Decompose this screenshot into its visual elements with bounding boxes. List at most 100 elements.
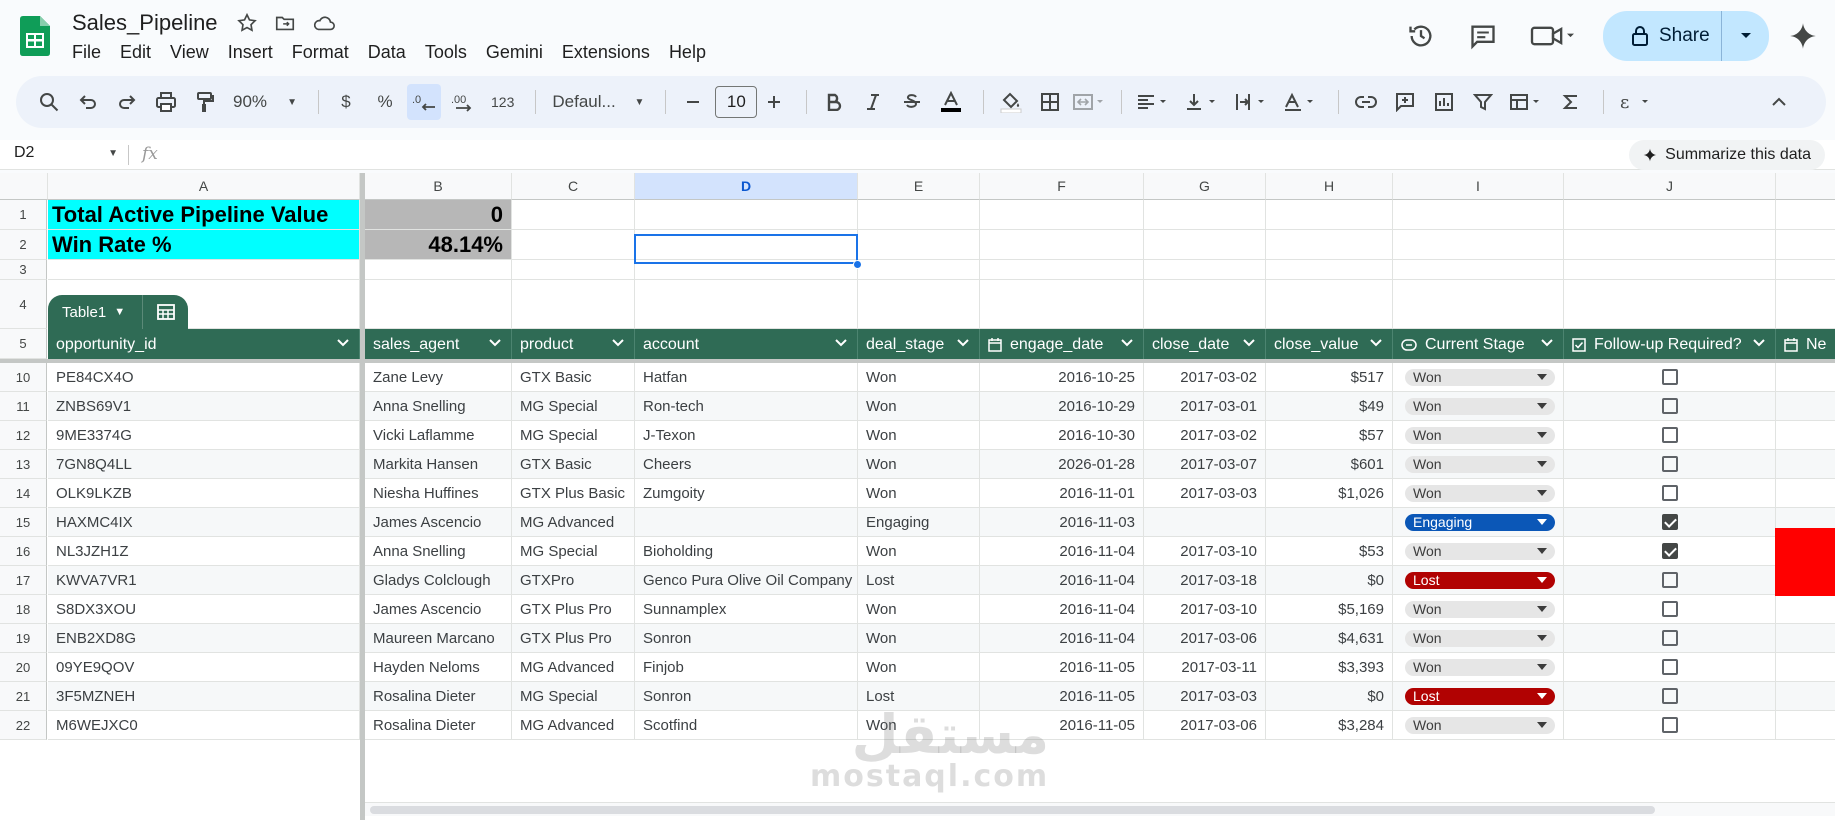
cell-follow-up[interactable] <box>1564 421 1776 450</box>
bold-icon[interactable] <box>817 84 851 120</box>
cell-id[interactable]: ZNBS69V1 <box>48 392 360 421</box>
strikethrough-icon[interactable] <box>895 84 929 120</box>
insert-comment-icon[interactable] <box>1388 84 1422 120</box>
percent-format-button[interactable]: % <box>368 84 402 120</box>
column-header-e[interactable]: E <box>858 173 980 200</box>
summarize-data-button[interactable]: Summarize this data <box>1629 140 1825 170</box>
spreadsheet-grid[interactable]: A B C D E F G H I J 1 2 3 4 5 Total Active Pipeline Val… <box>0 173 1835 820</box>
row-header[interactable]: 14 <box>0 479 47 508</box>
row-header[interactable]: 10 <box>0 363 47 392</box>
row-header[interactable]: 3 <box>0 260 47 280</box>
empty-cell[interactable] <box>1564 280 1776 329</box>
cell-product[interactable]: GTX Plus Pro <box>512 624 635 653</box>
empty-cell[interactable] <box>512 260 635 280</box>
cell-value[interactable]: $49 <box>1266 392 1393 421</box>
cell-stage[interactable]: Won <box>858 421 980 450</box>
stage-dropdown-chip[interactable]: Won <box>1405 368 1555 386</box>
chevron-down-icon[interactable] <box>1370 338 1382 348</box>
row-header[interactable]: 2 <box>0 230 47 260</box>
frozen-row-divider[interactable] <box>0 359 1835 363</box>
cell-account[interactable]: Hatfan <box>635 363 858 392</box>
cell-current-stage[interactable]: Won <box>1393 392 1564 421</box>
empty-cell[interactable] <box>858 200 980 230</box>
cell-close[interactable]: 2017-03-10 <box>1144 595 1266 624</box>
follow-up-checkbox[interactable] <box>1661 369 1678 385</box>
follow-up-checkbox[interactable] <box>1661 427 1678 443</box>
cell-id[interactable]: 7GN8Q4LL <box>48 450 360 479</box>
cell-account[interactable]: Sonron <box>635 682 858 711</box>
follow-up-checkbox[interactable] <box>1661 688 1678 704</box>
table-views-icon[interactable] <box>1505 84 1549 120</box>
menu-view[interactable]: View <box>170 42 217 63</box>
cell-next[interactable] <box>1776 450 1835 479</box>
cell-value[interactable]: $0 <box>1266 566 1393 595</box>
cell-value[interactable]: $53 <box>1266 537 1393 566</box>
empty-cell[interactable] <box>365 260 512 280</box>
table-header-follow-up-required[interactable]: Follow-up Required? <box>1564 329 1776 361</box>
cell-product[interactable]: GTX Basic <box>512 363 635 392</box>
row-header[interactable]: 5 <box>0 329 47 359</box>
row-header[interactable]: 18 <box>0 595 47 624</box>
empty-cell[interactable] <box>1393 200 1564 230</box>
empty-cell[interactable] <box>1776 280 1835 329</box>
cell-value[interactable]: $601 <box>1266 450 1393 479</box>
chevron-down-icon[interactable]: ▼ <box>114 306 125 318</box>
increase-decimal-icon[interactable]: .00 <box>446 84 480 120</box>
table-header-product[interactable]: product <box>512 329 635 361</box>
cell-id[interactable]: 9ME3374G <box>48 421 360 450</box>
stage-dropdown-chip[interactable]: Won <box>1405 600 1555 618</box>
empty-cell[interactable] <box>1564 260 1776 280</box>
follow-up-checkbox[interactable] <box>1661 659 1678 675</box>
move-folder-icon[interactable] <box>274 12 296 34</box>
row-header[interactable]: 11 <box>0 392 47 421</box>
empty-cell[interactable] <box>858 260 980 280</box>
cell-engage[interactable]: 2016-11-04 <box>980 624 1144 653</box>
cell-id[interactable]: KWVA7VR1 <box>48 566 360 595</box>
cell-next[interactable] <box>1776 421 1835 450</box>
scrollbar-thumb[interactable] <box>370 806 1655 814</box>
empty-cell[interactable] <box>635 280 858 329</box>
menu-format[interactable]: Format <box>292 42 357 63</box>
italic-icon[interactable] <box>856 84 890 120</box>
empty-cell[interactable] <box>1776 230 1835 260</box>
cell-engage[interactable]: 2016-11-05 <box>980 653 1144 682</box>
cell-next[interactable] <box>1776 363 1835 392</box>
cell-engage[interactable]: 2026-01-28 <box>980 450 1144 479</box>
comments-icon[interactable] <box>1463 16 1503 56</box>
stage-dropdown-chip[interactable]: Won <box>1405 542 1555 560</box>
merge-cells-icon[interactable] <box>1072 84 1106 120</box>
cell-engage[interactable]: 2016-10-29 <box>980 392 1144 421</box>
cell-current-stage[interactable]: Won <box>1393 595 1564 624</box>
row-header[interactable]: 17 <box>0 566 47 595</box>
cell-product[interactable]: MG Advanced <box>512 711 635 740</box>
cell-follow-up[interactable] <box>1564 595 1776 624</box>
decrease-font-size-icon[interactable] <box>676 84 710 120</box>
follow-up-checkbox[interactable] <box>1661 572 1678 588</box>
cell-stage[interactable]: Lost <box>858 566 980 595</box>
table-settings-icon[interactable] <box>142 295 188 329</box>
text-wrapping-icon[interactable] <box>1230 84 1274 120</box>
cell-close[interactable]: 2017-03-06 <box>1144 624 1266 653</box>
stage-dropdown-chip[interactable]: Won <box>1405 484 1555 502</box>
empty-cell[interactable] <box>980 230 1144 260</box>
cell-current-stage[interactable]: Won <box>1393 450 1564 479</box>
cell-id[interactable]: 3F5MZNEH <box>48 682 360 711</box>
column-header-d[interactable]: D <box>635 173 858 200</box>
cell-close[interactable]: 2017-03-02 <box>1144 363 1266 392</box>
share-options-chevron-icon[interactable] <box>1721 11 1769 61</box>
cell-current-stage[interactable]: Won <box>1393 479 1564 508</box>
empty-cell[interactable] <box>1564 230 1776 260</box>
chevron-down-icon[interactable] <box>489 338 501 348</box>
table-header-account[interactable]: account <box>635 329 858 361</box>
cell-account[interactable]: Sonron <box>635 624 858 653</box>
cell-id[interactable]: M6WEJXC0 <box>48 711 360 740</box>
table-header-deal-stage[interactable]: deal_stage <box>858 329 980 361</box>
cell-close[interactable]: 2017-03-03 <box>1144 682 1266 711</box>
select-all-corner[interactable] <box>0 173 48 200</box>
cell-stage[interactable]: Engaging <box>858 508 980 537</box>
cell-agent[interactable]: Vicki Laflamme <box>365 421 512 450</box>
cell-follow-up[interactable] <box>1564 653 1776 682</box>
stage-dropdown-chip[interactable]: Won <box>1405 629 1555 647</box>
cell-stage[interactable]: Won <box>858 624 980 653</box>
cell-product[interactable]: MG Special <box>512 682 635 711</box>
